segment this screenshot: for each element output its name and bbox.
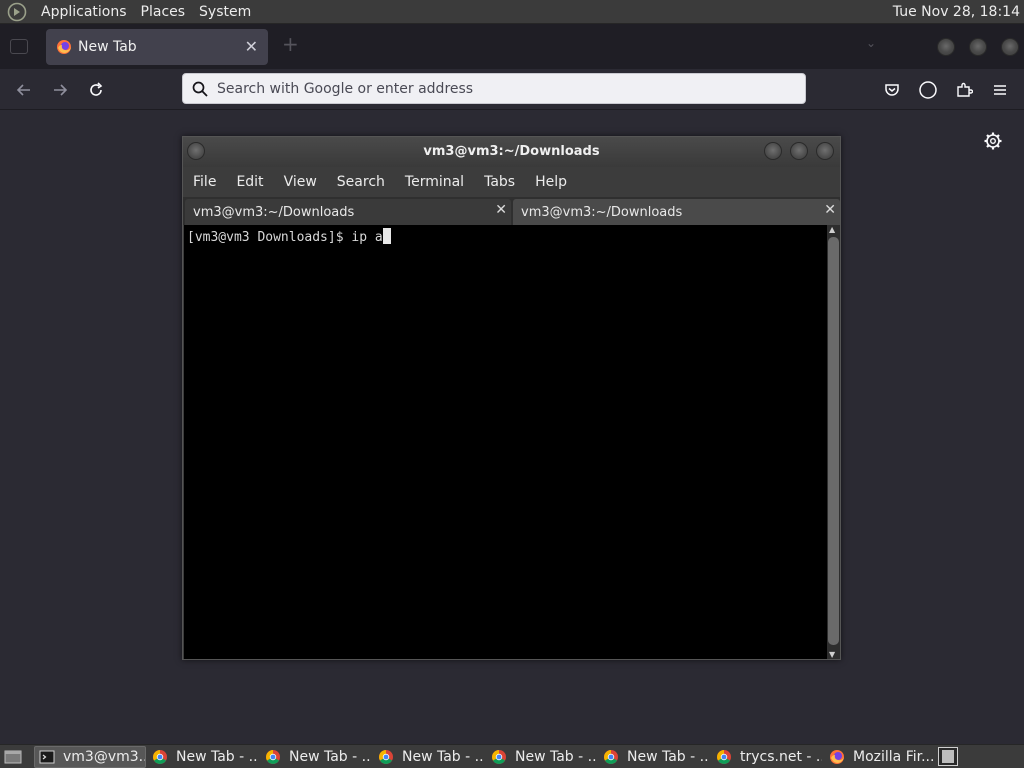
terminal-menu-view[interactable]: View bbox=[274, 174, 327, 190]
taskbar-item-chrome-5[interactable]: New Tab - ... bbox=[599, 746, 709, 768]
panel-menu-applications[interactable]: Applications bbox=[34, 0, 134, 24]
close-terminal-tab-icon[interactable]: ✕ bbox=[824, 202, 836, 218]
firefox-tab-bar: New Tab ✕ + ⌄ bbox=[0, 24, 1024, 69]
new-tab-plus-icon[interactable]: + bbox=[282, 32, 299, 56]
hamburger-menu-icon[interactable] bbox=[987, 77, 1013, 103]
taskbar-item-firefox[interactable]: Mozilla Fir... bbox=[825, 746, 933, 768]
taskbar-item-label: New Tab - ... bbox=[176, 749, 258, 765]
terminal-tab-bar: vm3@vm3:~/Downloads ✕ vm3@vm3:~/Download… bbox=[183, 197, 840, 225]
terminal-cursor bbox=[382, 228, 391, 244]
top-panel: Applications Places System Tue Nov 28, 1… bbox=[0, 0, 1024, 24]
close-window-button[interactable] bbox=[1001, 38, 1019, 56]
pocket-icon[interactable] bbox=[879, 77, 905, 103]
terminal-icon bbox=[39, 750, 55, 764]
firefox-icon bbox=[830, 750, 844, 764]
list-all-tabs-chevron-icon[interactable]: ⌄ bbox=[866, 36, 876, 50]
taskbar-item-label: New Tab - ... bbox=[402, 749, 484, 765]
firefox-tab-new-tab[interactable]: New Tab ✕ bbox=[46, 29, 268, 65]
chrome-icon bbox=[153, 750, 167, 764]
terminal-titlebar[interactable]: vm3@vm3:~/Downloads bbox=[183, 137, 840, 167]
terminal-window: vm3@vm3:~/Downloads File Edit View Searc… bbox=[182, 136, 841, 660]
taskbar-item-label: trycs.net - ... bbox=[740, 749, 822, 765]
terminal-menu-search[interactable]: Search bbox=[327, 174, 395, 190]
terminal-maximize-button[interactable] bbox=[790, 142, 808, 160]
taskbar-item-chrome-3[interactable]: New Tab - ... bbox=[374, 746, 484, 768]
chrome-icon bbox=[492, 750, 506, 764]
search-icon bbox=[192, 81, 208, 97]
forward-arrow-icon[interactable] bbox=[47, 77, 73, 103]
firefox-nav-bar: Search with Google or enter address bbox=[0, 69, 1024, 110]
taskbar-item-chrome-2[interactable]: New Tab - ... bbox=[261, 746, 371, 768]
maximize-window-button[interactable] bbox=[969, 38, 987, 56]
close-tab-icon[interactable]: ✕ bbox=[245, 37, 258, 56]
show-desktop-icon[interactable] bbox=[4, 749, 22, 765]
terminal-tab-2[interactable]: vm3@vm3:~/Downloads ✕ bbox=[513, 199, 840, 225]
terminal-minimize-button[interactable] bbox=[764, 142, 782, 160]
account-circle-icon[interactable] bbox=[915, 77, 941, 103]
close-terminal-tab-icon[interactable]: ✕ bbox=[495, 202, 507, 218]
terminal-tab-1[interactable]: vm3@vm3:~/Downloads ✕ bbox=[185, 199, 511, 225]
scroll-up-arrow-icon[interactable]: ▲ bbox=[829, 225, 835, 234]
taskbar-item-chrome-1[interactable]: New Tab - ... bbox=[148, 746, 258, 768]
taskbar-item-label: New Tab - ... bbox=[289, 749, 371, 765]
workspace-window-preview bbox=[942, 750, 954, 763]
taskbar-item-chrome-4[interactable]: New Tab - ... bbox=[487, 746, 597, 768]
panel-menu-system[interactable]: System bbox=[192, 0, 258, 24]
taskbar-item-terminal[interactable]: vm3@vm3... bbox=[34, 746, 146, 768]
reload-icon[interactable] bbox=[83, 77, 109, 103]
extensions-puzzle-icon[interactable] bbox=[951, 77, 977, 103]
bottom-taskbar: vm3@vm3... New Tab - ... New Tab - ... N… bbox=[0, 744, 1024, 768]
taskbar-item-chrome-trycs[interactable]: trycs.net - ... bbox=[712, 746, 822, 768]
firefox-view-icon[interactable] bbox=[10, 39, 28, 54]
terminal-command: ip a bbox=[351, 230, 383, 245]
terminal-menu-terminal[interactable]: Terminal bbox=[395, 174, 474, 190]
terminal-menu-file[interactable]: File bbox=[183, 174, 226, 190]
chrome-icon bbox=[604, 750, 618, 764]
terminal-scrollbar-thumb[interactable] bbox=[828, 237, 839, 645]
terminal-tab-label: vm3@vm3:~/Downloads bbox=[521, 204, 683, 220]
terminal-scrollbar[interactable]: ▲ ▼ bbox=[827, 225, 840, 659]
terminal-menubar: File Edit View Search Terminal Tabs Help bbox=[183, 167, 840, 197]
firefox-icon bbox=[57, 40, 71, 54]
terminal-menu-tabs[interactable]: Tabs bbox=[474, 174, 525, 190]
panel-menu-places[interactable]: Places bbox=[134, 0, 193, 24]
terminal-close-button[interactable] bbox=[816, 142, 834, 160]
chrome-icon bbox=[717, 750, 731, 764]
terminal-prompt: [vm3@vm3 Downloads]$ bbox=[187, 230, 352, 245]
new-tab-settings-gear-icon[interactable] bbox=[982, 130, 1004, 152]
taskbar-item-label: vm3@vm3... bbox=[63, 749, 145, 765]
workspace-switcher[interactable] bbox=[938, 747, 958, 766]
distro-logo-icon[interactable] bbox=[6, 1, 28, 23]
terminal-tab-label: vm3@vm3:~/Downloads bbox=[193, 204, 355, 220]
terminal-output[interactable]: [vm3@vm3 Downloads]$ ip a bbox=[184, 225, 827, 659]
terminal-menu-help[interactable]: Help bbox=[525, 174, 577, 190]
panel-clock[interactable]: Tue Nov 28, 18:14 bbox=[893, 0, 1020, 24]
taskbar-item-label: Mozilla Fir... bbox=[853, 749, 933, 765]
firefox-tab-title: New Tab bbox=[78, 39, 137, 55]
address-bar-placeholder: Search with Google or enter address bbox=[217, 80, 474, 97]
terminal-title: vm3@vm3:~/Downloads bbox=[423, 144, 600, 159]
scroll-down-arrow-icon[interactable]: ▼ bbox=[829, 650, 835, 659]
taskbar-item-label: New Tab - ... bbox=[515, 749, 597, 765]
chrome-icon bbox=[379, 750, 393, 764]
chrome-icon bbox=[266, 750, 280, 764]
terminal-menu-edit[interactable]: Edit bbox=[226, 174, 273, 190]
back-arrow-icon[interactable] bbox=[11, 77, 37, 103]
minimize-window-button[interactable] bbox=[937, 38, 955, 56]
taskbar-item-label: New Tab - ... bbox=[627, 749, 709, 765]
address-bar[interactable]: Search with Google or enter address bbox=[182, 73, 806, 104]
